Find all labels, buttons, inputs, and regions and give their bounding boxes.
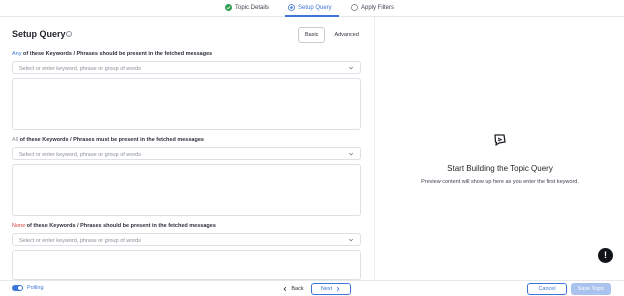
info-icon[interactable]: i — [66, 31, 72, 37]
step-label: Topic Details — [235, 4, 270, 11]
any-keywords-label: Any of these Keywords / Phrases should b… — [12, 51, 212, 57]
all-label-rest: of these Keywords / Phrases must be pres… — [18, 137, 204, 143]
polling-toggle[interactable]: Polling — [12, 285, 44, 291]
query-preview-icon — [494, 134, 506, 146]
stepper: Topic Details Setup Query Apply Filters — [0, 0, 624, 17]
page-title: Setup Query — [12, 29, 66, 39]
cancel-button[interactable]: Cancel — [527, 283, 567, 295]
none-lead: None — [12, 223, 26, 229]
advanced-mode-button[interactable]: Advanced — [327, 27, 365, 43]
step-label: Setup Query — [298, 4, 332, 11]
chevron-down-icon — [348, 66, 354, 70]
step-label: Apply Filters — [361, 4, 395, 11]
select-placeholder: Select or enter keyword, phrase or group… — [19, 65, 141, 72]
panel-divider — [374, 17, 375, 280]
radio-active-icon — [288, 4, 295, 11]
check-circle-icon — [225, 4, 232, 11]
any-label-rest: of these Keywords / Phrases should be pr… — [21, 51, 213, 57]
chevron-left-icon — [283, 286, 287, 292]
chevron-right-icon — [336, 286, 340, 292]
select-placeholder: Select or enter keyword, phrase or group… — [19, 237, 141, 244]
step-setup-query[interactable]: Setup Query — [288, 4, 332, 11]
query-builder-panel: Setup Query i Basic Advanced Any of thes… — [0, 17, 374, 280]
preview-title: Start Building the Topic Query — [447, 164, 553, 173]
any-keywords-select[interactable]: Select or enter keyword, phrase or group… — [12, 61, 361, 74]
mode-toggle: Basic Advanced — [298, 27, 366, 43]
chevron-down-icon — [348, 152, 354, 156]
radio-empty-icon — [351, 4, 358, 11]
all-keywords-textarea[interactable] — [12, 164, 361, 216]
next-button[interactable]: Next — [311, 283, 351, 295]
none-label-rest: of these Keywords / Phrases should be pr… — [25, 223, 216, 229]
alert-icon[interactable]: ! — [598, 248, 613, 263]
preview-subtitle: Preview content will show up here as you… — [421, 179, 579, 185]
back-button[interactable]: Back — [278, 283, 308, 295]
next-label: Next — [320, 286, 333, 292]
chevron-down-icon — [348, 238, 354, 242]
select-placeholder: Select or enter keyword, phrase or group… — [19, 151, 141, 158]
polling-label: Polling — [27, 285, 44, 291]
none-keywords-select[interactable]: Select or enter keyword, phrase or group… — [12, 233, 361, 246]
basic-mode-button[interactable]: Basic — [298, 27, 326, 43]
back-label: Back — [291, 286, 304, 292]
none-keywords-label: None of these Keywords / Phrases should … — [12, 223, 216, 229]
footer-bar: Polling Back Next Cancel Save Topic — [0, 280, 624, 296]
save-topic-button[interactable]: Save Topic — [571, 283, 611, 295]
all-keywords-select[interactable]: Select or enter keyword, phrase or group… — [12, 147, 361, 160]
step-topic-details[interactable]: Topic Details — [225, 4, 269, 11]
any-keywords-textarea[interactable] — [12, 78, 361, 130]
none-keywords-textarea[interactable] — [12, 250, 361, 280]
step-apply-filters[interactable]: Apply Filters — [351, 4, 394, 11]
all-keywords-label: All of these Keywords / Phrases must be … — [12, 137, 204, 143]
toggle-switch-icon[interactable] — [12, 285, 23, 291]
